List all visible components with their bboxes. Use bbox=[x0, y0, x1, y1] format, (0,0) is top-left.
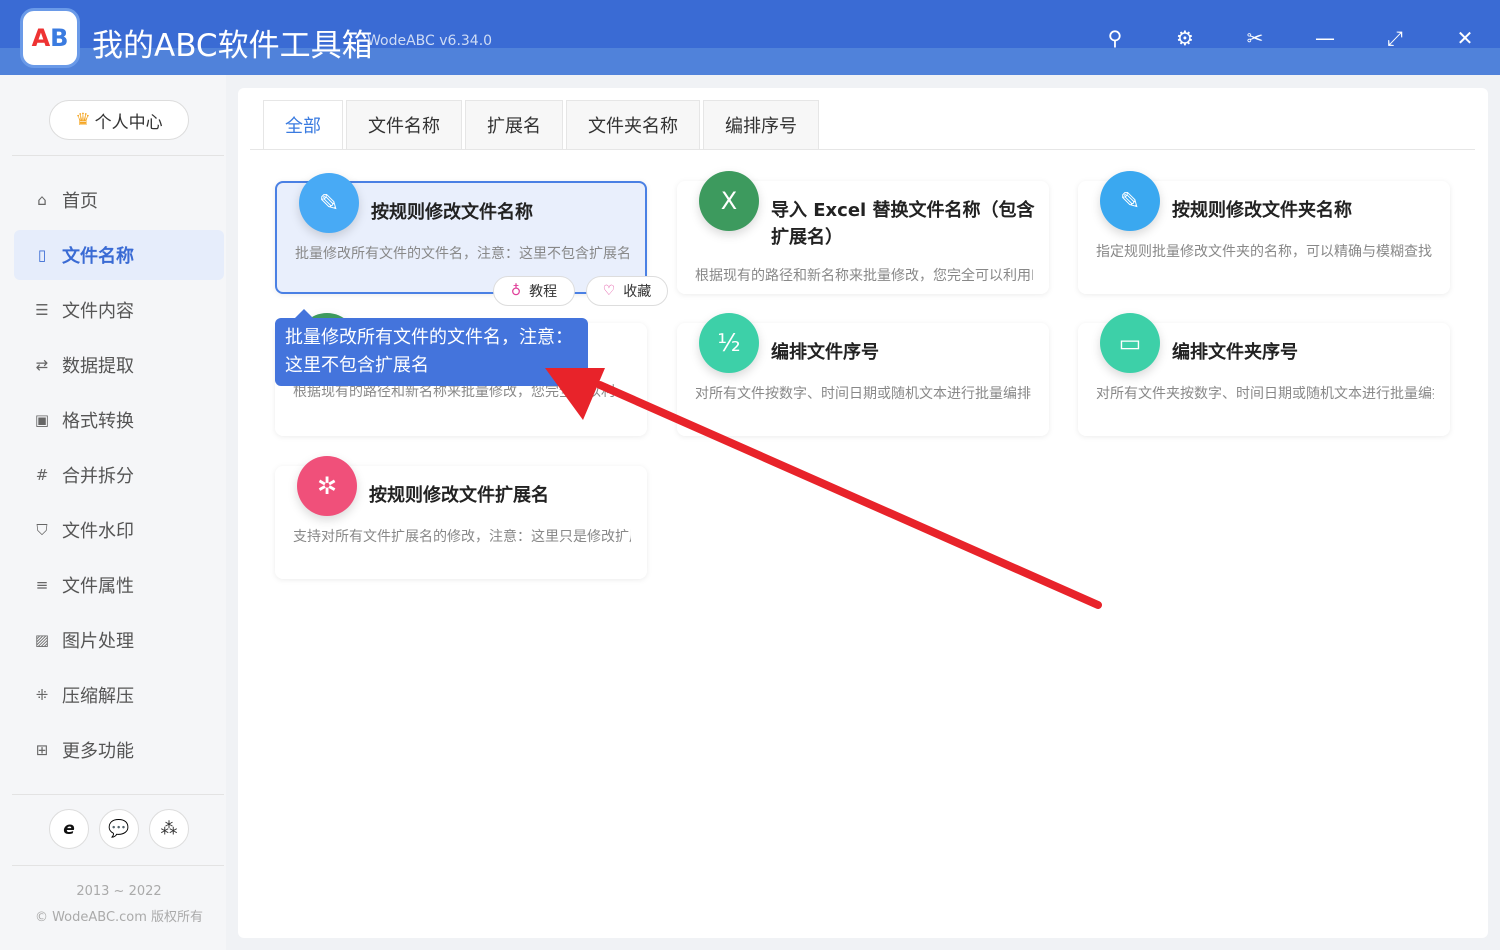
red-arrow-annotation bbox=[545, 368, 1102, 609]
